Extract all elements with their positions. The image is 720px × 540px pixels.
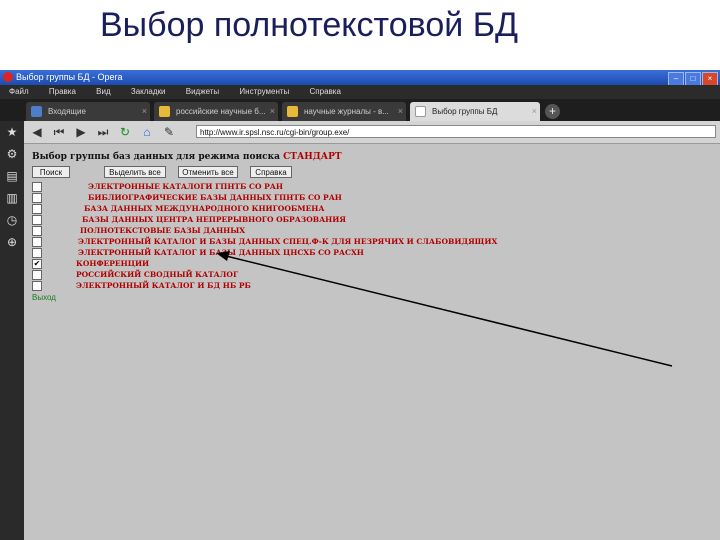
arrow-line [225, 255, 673, 367]
arrow-head [216, 251, 230, 261]
annotation-arrow [216, 251, 673, 367]
